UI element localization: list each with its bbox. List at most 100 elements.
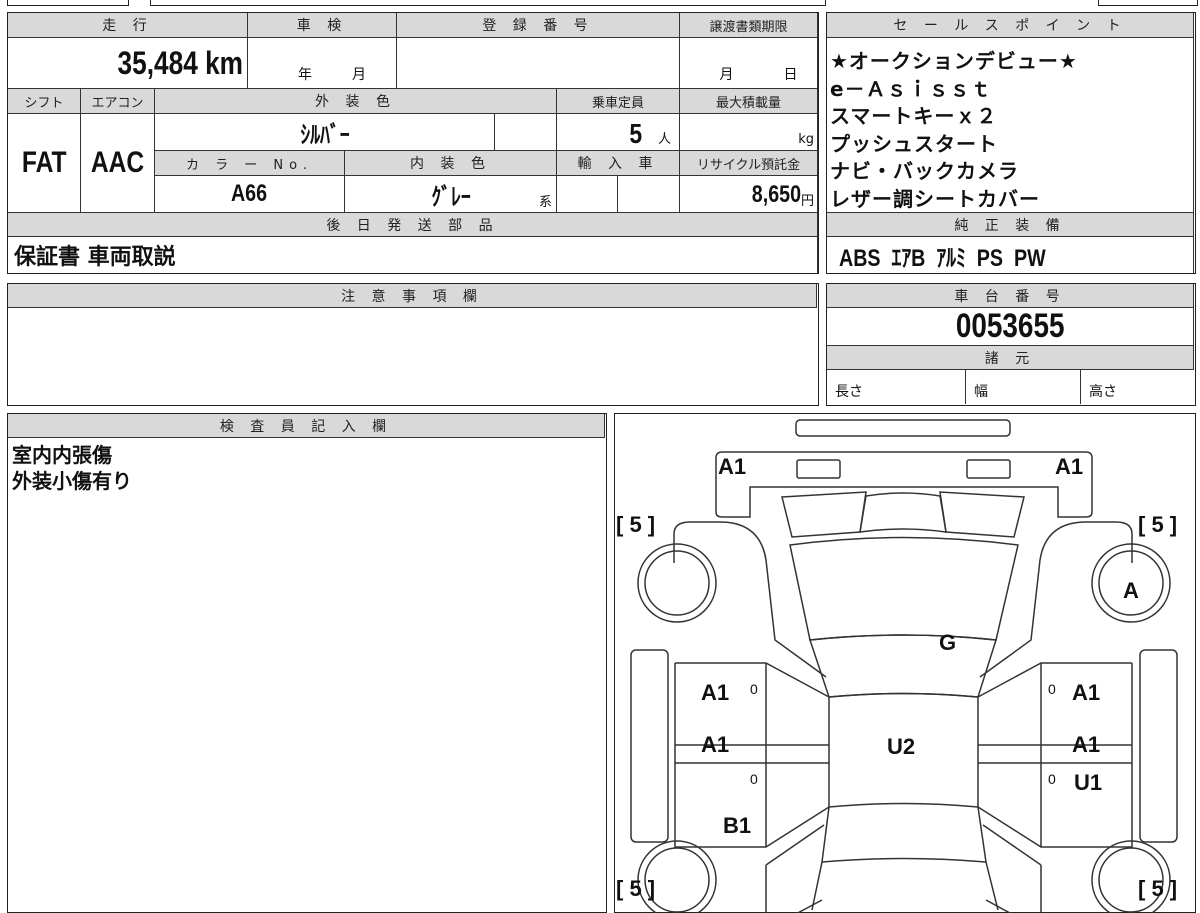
side-sill-left bbox=[629, 648, 669, 843]
inspection-value-cell: 年月 bbox=[248, 38, 397, 89]
chassis-value-cell: 0053655 bbox=[827, 308, 1194, 346]
transfer-day: 日 bbox=[783, 67, 798, 83]
interior-color-label: 内 装 色 bbox=[345, 151, 557, 176]
label-door-fr: A1 bbox=[1072, 680, 1100, 705]
capacity-label: 乗車定員 bbox=[557, 89, 680, 114]
label-door-fl: A1 bbox=[701, 680, 729, 705]
import-label: 輸 入 車 bbox=[557, 151, 680, 176]
inspection-year: 年 bbox=[298, 67, 312, 83]
label-roof: U2 bbox=[887, 734, 915, 759]
headlight-left bbox=[780, 490, 867, 538]
top-strip-box-mid bbox=[150, 0, 826, 6]
mileage-value-cell: 35,484 km bbox=[8, 38, 248, 89]
chassis-label: 車 台 番 号 bbox=[827, 284, 1194, 308]
max-load-value-cell: kg bbox=[680, 114, 818, 151]
notes-box: 注 意 事 項 欄 bbox=[7, 283, 819, 406]
recycle-value-cell: 8,650 円 bbox=[680, 176, 818, 213]
front-fender-right bbox=[979, 520, 1133, 678]
spec-length-cell: 長さ bbox=[827, 370, 966, 404]
transfer-deadline-cell: 月日 bbox=[680, 38, 818, 89]
top-strip-box-left bbox=[7, 0, 129, 6]
mark-rl: 0 bbox=[750, 771, 758, 787]
label-front-left: A1 bbox=[718, 454, 746, 479]
spec-height-label: 高さ bbox=[1089, 384, 1117, 400]
interior-color-suffix: 系 bbox=[538, 195, 552, 210]
chassis-value: 0053655 bbox=[955, 308, 1065, 345]
mileage-value: 35,484 km bbox=[117, 44, 243, 81]
spec-width-label: 幅 bbox=[974, 384, 988, 400]
label-hood: G bbox=[939, 630, 956, 655]
ac-label: エアコン bbox=[81, 89, 155, 114]
shift-value: FAT bbox=[21, 146, 67, 179]
label-door-rr: A1 bbox=[1072, 732, 1100, 757]
fog-lamp-left bbox=[795, 458, 841, 479]
inspection-label: 車 検 bbox=[248, 13, 397, 38]
recycle-unit: 円 bbox=[800, 194, 814, 209]
rear-quarter-right bbox=[982, 823, 1042, 913]
sales-points-label: セ ー ル ス ポ イ ン ト bbox=[827, 13, 1194, 38]
notes-label: 注 意 事 項 欄 bbox=[8, 284, 817, 308]
front-bumper-outline bbox=[714, 450, 1093, 518]
windshield-outline bbox=[808, 633, 997, 698]
exterior-color-value: ｼﾙﾊﾞｰ bbox=[299, 121, 350, 149]
sales-point-item: スマートキーｘ２ bbox=[830, 104, 998, 128]
exterior-color-extra-cell bbox=[495, 114, 557, 151]
exterior-color-value-cell: ｼﾙﾊﾞｰ bbox=[155, 114, 495, 151]
sales-points-box: セ ー ル ス ポ イ ン ト ★オークションデビュー★ e－Ａｓｉｓｓｔ スマ… bbox=[826, 12, 1196, 274]
equipment-label: 純 正 装 備 bbox=[827, 213, 1194, 237]
capacity-unit: 人 bbox=[657, 132, 671, 147]
label-bracket-rr: [ 5 ] bbox=[1138, 876, 1177, 901]
trunk-outline bbox=[810, 861, 999, 910]
side-sill-right bbox=[1138, 648, 1178, 843]
registration-label: 登 録 番 号 bbox=[397, 13, 680, 38]
spec-length-label: 長さ bbox=[835, 384, 863, 400]
capacity-value-cell: 5人 bbox=[557, 114, 680, 151]
recycle-value: 8,650 bbox=[751, 181, 801, 208]
mark-fr: 0 bbox=[1048, 681, 1056, 697]
label-bracket-fr: [ 5 ] bbox=[1138, 512, 1177, 537]
color-no-label: カ ラ ー No. bbox=[155, 151, 345, 176]
ac-value: AAC bbox=[90, 146, 145, 179]
import-cell-1 bbox=[557, 176, 618, 213]
label-wheel-fr: A bbox=[1123, 578, 1139, 603]
interior-color-value: ｸﾞﾚｰ bbox=[430, 183, 471, 211]
label-quarter-rl: B1 bbox=[723, 813, 751, 838]
sales-point-item: e－Ａｓｉｓｓｔ bbox=[830, 76, 992, 101]
inspector-notes: 室内内張傷 外装小傷有り bbox=[12, 442, 132, 494]
label-front-right: A1 bbox=[1055, 454, 1083, 479]
later-parts-label: 後 日 発 送 部 品 bbox=[8, 213, 818, 237]
hood-outline bbox=[788, 536, 1019, 641]
spec-width-cell: 幅 bbox=[966, 370, 1081, 404]
label-bracket-fl: [ 5 ] bbox=[616, 512, 655, 537]
vehicle-info-table: 走 行 車 検 登 録 番 号 譲渡書類期限 35,484 km 年月 月日 シ… bbox=[7, 12, 819, 274]
max-load-label: 最大積載量 bbox=[680, 89, 818, 114]
import-cell-2 bbox=[618, 176, 680, 213]
mark-fl: 0 bbox=[750, 681, 758, 697]
label-bracket-rl: [ 5 ] bbox=[616, 876, 655, 901]
inspector-note-line: 外装小傷有り bbox=[12, 469, 132, 493]
interior-color-value-cell: ｸﾞﾚｰ 系 bbox=[345, 176, 557, 213]
rear-quarter-left bbox=[764, 823, 824, 913]
sales-point-item: プッシュスタート bbox=[830, 131, 998, 156]
capacity-value: 5 bbox=[629, 118, 643, 149]
color-no-value: A66 bbox=[231, 180, 268, 207]
top-strip-box-right bbox=[1098, 0, 1198, 6]
grille-outline bbox=[858, 491, 947, 533]
recycle-label: リサイクル預託金 bbox=[680, 151, 818, 176]
sales-point-item: レザー調シートカバー bbox=[830, 186, 1040, 211]
shift-label: シフト bbox=[8, 89, 81, 114]
exterior-color-label: 外 装 色 bbox=[155, 89, 557, 114]
inspector-box: 検 査 員 記 入 欄 室内内張傷 外装小傷有り bbox=[7, 413, 607, 913]
sales-point-item: ★オークションデビュー★ bbox=[830, 49, 1078, 73]
label-door-rr-2: U1 bbox=[1074, 770, 1102, 795]
inspection-month: 月 bbox=[352, 67, 366, 83]
headlight-right bbox=[938, 490, 1025, 538]
color-no-value-cell: A66 bbox=[155, 176, 345, 213]
ac-value-cell: AAC bbox=[81, 114, 155, 213]
equipment-value-cell: ABS ｴｱB ｱﾙﾐ PS PW bbox=[827, 237, 1194, 273]
label-door-rl: A1 bbox=[701, 732, 729, 757]
sales-points-content: ★オークションデビュー★ e－Ａｓｉｓｓｔ スマートキーｘ２ プッシュスタート … bbox=[827, 38, 1194, 213]
wheel-front-left bbox=[636, 542, 717, 623]
mark-rr: 0 bbox=[1048, 771, 1056, 787]
transfer-deadline-label: 譲渡書類期限 bbox=[680, 13, 818, 38]
